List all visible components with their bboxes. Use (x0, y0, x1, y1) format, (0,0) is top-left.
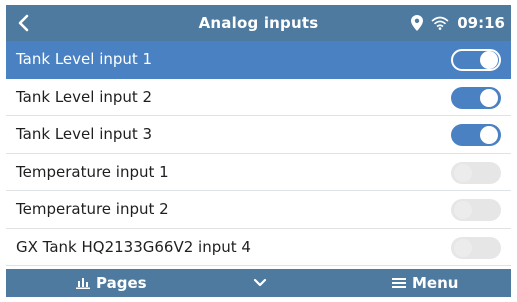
switch-knob (480, 126, 498, 144)
input-label: Tank Level input 2 (16, 87, 153, 106)
status-area: 09:16 (411, 5, 505, 41)
input-label: Tank Level input 1 (16, 50, 153, 68)
pages-label: Pages (96, 274, 147, 292)
input-label: Temperature input 1 (16, 162, 169, 181)
switch-knob (454, 201, 472, 219)
title-bar: Analog inputs 09:16 (6, 5, 511, 41)
list-item[interactable]: GX Tank HQ2133G66V2 input 4 (6, 228, 511, 266)
list-item[interactable]: Tank Level input 2 (6, 78, 511, 116)
screen: Analog inputs 09:16 Tank Level input 1 T… (6, 5, 511, 297)
switch-knob (480, 51, 498, 69)
enable-switch[interactable] (451, 199, 501, 221)
list-item[interactable]: Tank Level input 3 (6, 116, 511, 154)
clock: 09:16 (457, 14, 505, 32)
wifi-icon (431, 16, 449, 30)
analog-inputs-list: Tank Level input 1 Tank Level input 2 Ta… (6, 41, 511, 266)
menu-icon (392, 278, 406, 288)
list-item[interactable]: Temperature input 1 (6, 153, 511, 191)
menu-button[interactable]: Menu (392, 269, 458, 297)
enable-switch[interactable] (451, 161, 501, 184)
enable-switch[interactable] (451, 124, 501, 146)
input-label: GX Tank HQ2133G66V2 input 4 (16, 237, 251, 256)
menu-label: Menu (412, 274, 459, 292)
input-label: Tank Level input 3 (16, 125, 153, 143)
collapse-button[interactable] (248, 269, 272, 297)
input-label: Temperature input 2 (16, 200, 169, 218)
switch-knob (454, 238, 472, 257)
pages-icon (76, 278, 90, 289)
location-pin-icon (411, 15, 424, 31)
pages-button[interactable]: Pages (76, 269, 147, 297)
list-item[interactable]: Temperature input 2 (6, 191, 511, 229)
switch-knob (454, 163, 472, 182)
list-item[interactable]: Tank Level input 1 (6, 41, 511, 79)
switch-knob (480, 88, 498, 107)
enable-switch[interactable] (451, 86, 501, 109)
enable-switch[interactable] (451, 49, 501, 71)
enable-switch[interactable] (451, 236, 501, 259)
chevron-down-icon (253, 278, 267, 287)
bottom-bar: Pages Menu (6, 269, 511, 297)
